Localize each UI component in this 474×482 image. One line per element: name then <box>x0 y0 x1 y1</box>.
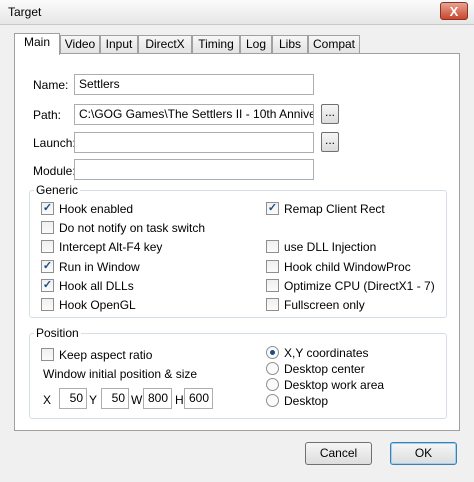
optimize-cpu-box[interactable] <box>266 279 279 292</box>
radio-desktop-circle[interactable] <box>266 394 279 407</box>
ok-button[interactable]: OK <box>390 442 457 465</box>
title-bar: Target X <box>0 0 474 25</box>
path-browse-button[interactable]: ... <box>321 104 339 124</box>
hook-all-dlls-box[interactable]: ✓ <box>41 279 54 292</box>
tab-libs[interactable]: Libs <box>272 35 308 53</box>
module-field[interactable] <box>74 159 314 180</box>
hook-opengl-box[interactable] <box>41 298 54 311</box>
hook-all-dlls-label: Hook all DLLs <box>59 279 134 293</box>
tab-main[interactable]: Main <box>14 33 60 55</box>
name-field[interactable]: Settlers <box>74 74 314 95</box>
intercept-alt-f4-label: Intercept Alt-F4 key <box>59 240 163 254</box>
tab-video[interactable]: Video <box>60 35 100 53</box>
hook-child-windowproc-label: Hook child WindowProc <box>284 260 411 274</box>
generic-group-title: Generic <box>34 183 81 197</box>
radio-xy-coordinates-circle[interactable] <box>266 346 279 359</box>
run-in-window-label: Run in Window <box>59 260 140 274</box>
close-button[interactable]: X <box>440 2 468 20</box>
window-title: Target <box>8 5 42 19</box>
use-dll-injection-box[interactable] <box>266 240 279 253</box>
launch-field[interactable] <box>74 132 314 153</box>
use-dll-injection-label: use DLL Injection <box>284 240 377 254</box>
fullscreen-only-box[interactable] <box>266 298 279 311</box>
initial-position-label: Window initial position & size <box>43 367 198 381</box>
h-field[interactable]: 600 <box>184 388 213 409</box>
keep-aspect-ratio-box[interactable] <box>41 348 54 361</box>
radio-desktop-label: Desktop <box>284 394 329 408</box>
hook-child-windowproc-box[interactable] <box>266 260 279 273</box>
tab-log[interactable]: Log <box>240 35 272 53</box>
y-field[interactable]: 50 <box>101 388 129 409</box>
radio-desktop-center-circle[interactable] <box>266 362 279 375</box>
tab-timing[interactable]: Timing <box>192 35 240 53</box>
no-notify-task-switch-box[interactable] <box>41 221 54 234</box>
path-field[interactable]: C:\GOG Games\The Settlers II - 10th Anni… <box>74 104 314 125</box>
w-label: W <box>131 393 143 407</box>
tab-input[interactable]: Input <box>100 35 138 53</box>
y-label: Y <box>89 393 98 407</box>
radio-xy-coordinates-label: X,Y coordinates <box>284 346 369 360</box>
x-field[interactable]: 50 <box>59 388 87 409</box>
fullscreen-only-label: Fullscreen only <box>284 298 365 312</box>
h-label: H <box>175 393 184 407</box>
hook-enabled-label: Hook enabled <box>59 202 134 216</box>
w-field[interactable]: 800 <box>143 388 172 409</box>
module-label: Module: <box>33 164 76 178</box>
launch-label: Launch: <box>33 136 76 150</box>
radio-selected-dot <box>270 350 275 355</box>
tab-compat[interactable]: Compat <box>308 35 360 53</box>
path-label: Path: <box>33 108 62 122</box>
keep-aspect-ratio-label: Keep aspect ratio <box>59 348 153 362</box>
run-in-window-box[interactable]: ✓ <box>41 260 54 273</box>
no-notify-task-switch-label: Do not notify on task switch <box>59 221 206 235</box>
radio-desktop-center-label: Desktop center <box>284 362 365 376</box>
tab-directx[interactable]: DirectX <box>138 35 192 53</box>
optimize-cpu-label: Optimize CPU (DirectX1 - 7) <box>284 279 435 293</box>
main-tab-panel: Name: Settlers Path: C:\GOG Games\The Se… <box>14 53 460 431</box>
launch-browse-button[interactable]: ... <box>321 132 339 152</box>
remap-client-rect-label: Remap Client Rect <box>284 202 385 216</box>
x-label: X <box>43 393 52 407</box>
radio-desktop-work-area-label: Desktop work area <box>284 378 385 392</box>
hook-opengl-label: Hook OpenGL <box>59 298 136 312</box>
name-label: Name: <box>33 78 69 92</box>
position-group-title: Position <box>34 326 81 340</box>
cancel-button[interactable]: Cancel <box>305 442 372 465</box>
remap-client-rect-box[interactable]: ✓ <box>266 202 279 215</box>
hook-enabled-box[interactable]: ✓ <box>41 202 54 215</box>
intercept-alt-f4-box[interactable] <box>41 240 54 253</box>
radio-desktop-work-area-circle[interactable] <box>266 378 279 391</box>
